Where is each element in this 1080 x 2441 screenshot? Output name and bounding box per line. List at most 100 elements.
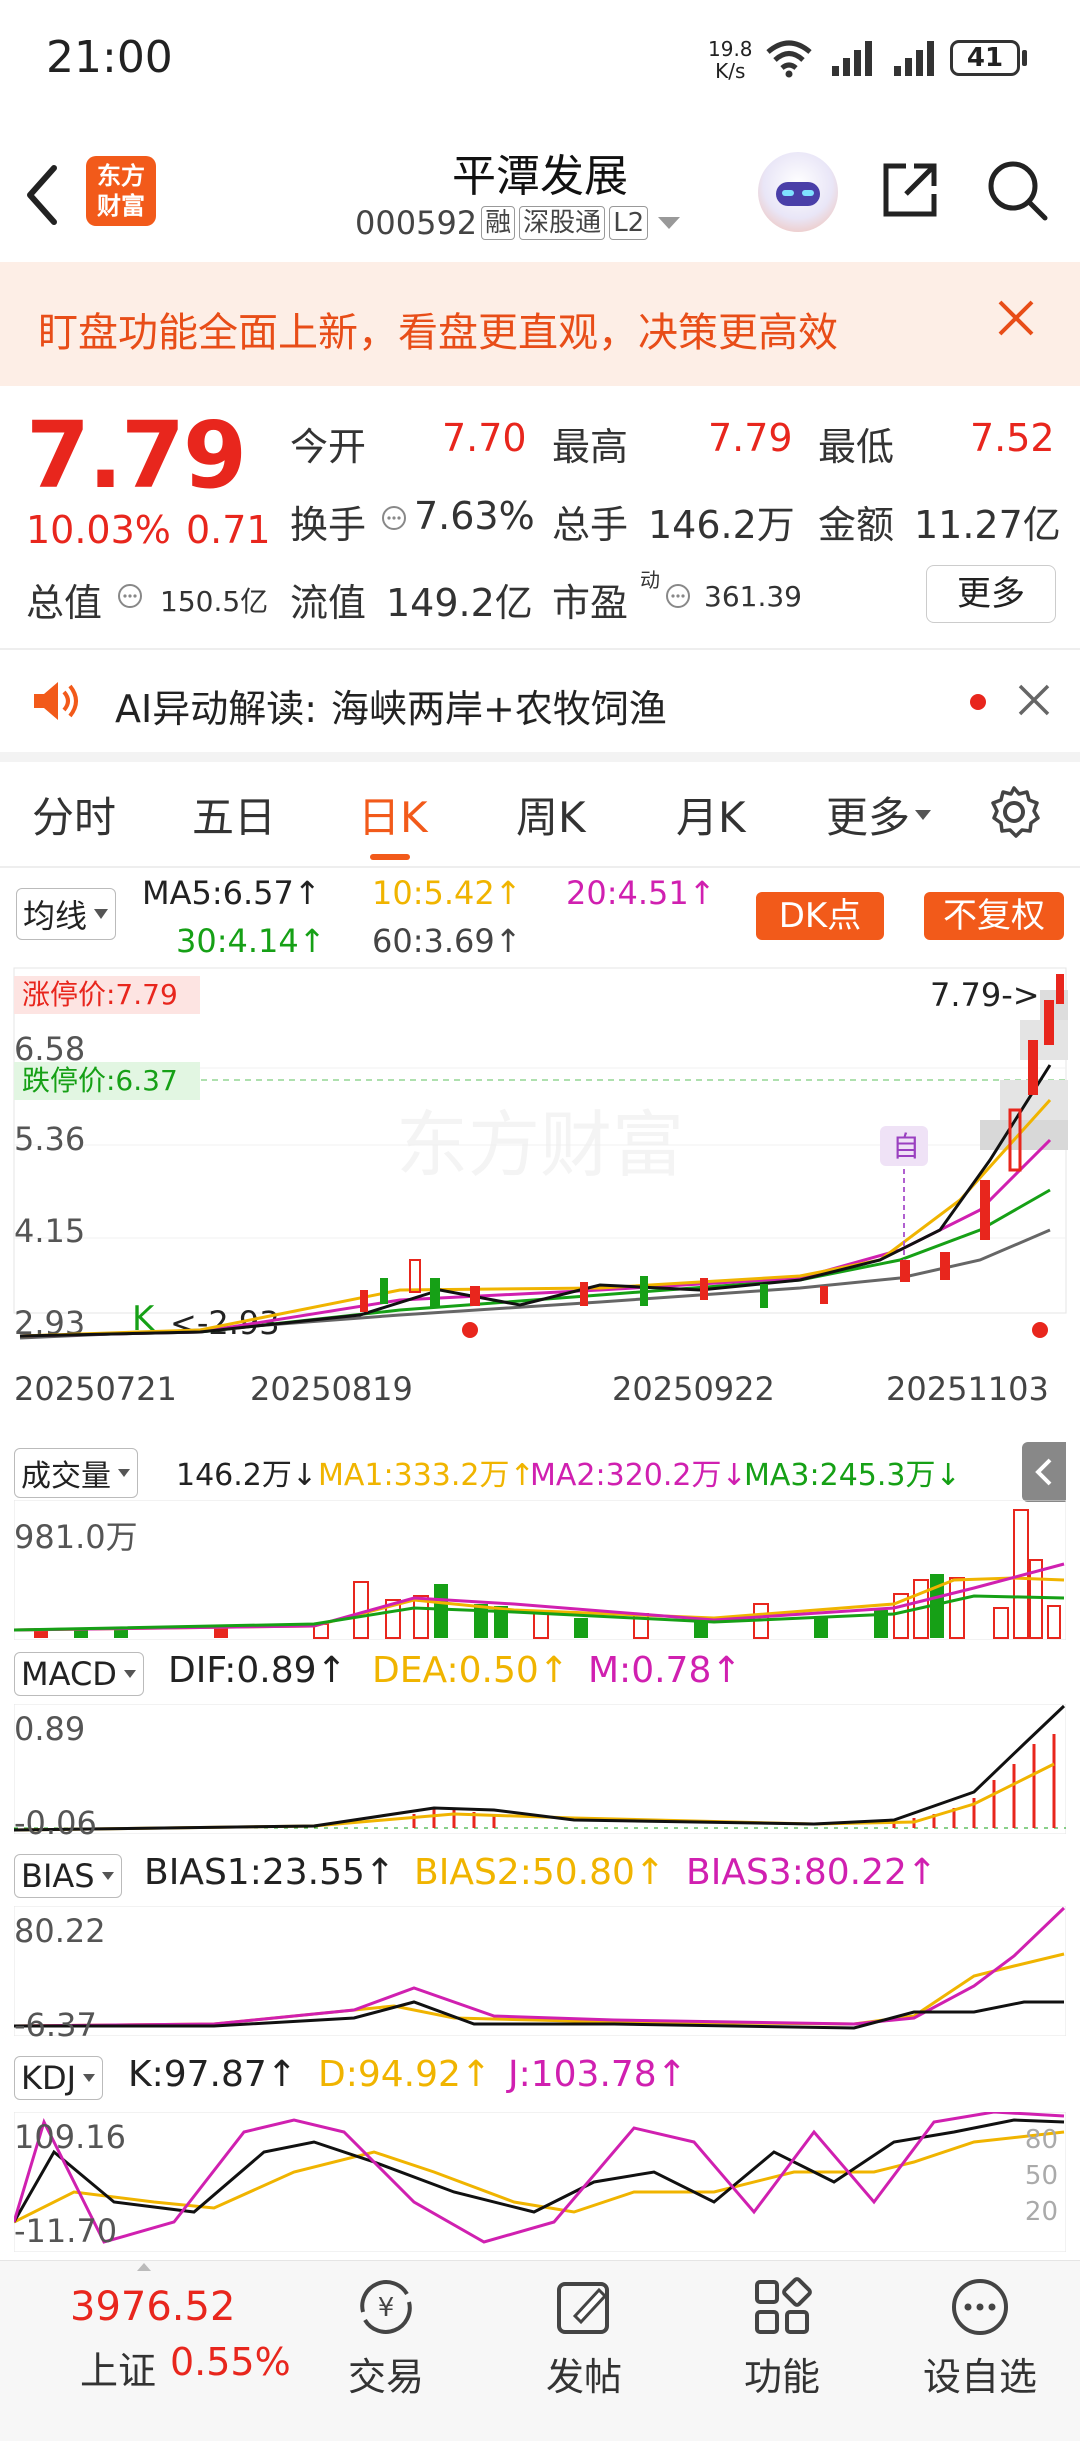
bias-chart[interactable]: [14, 1906, 1066, 2036]
nav-trade[interactable]: ¥ 交易: [296, 2262, 476, 2401]
trade-icon: ¥: [360, 2280, 412, 2334]
macd-m: M:0.78↑: [588, 1650, 742, 1691]
dk-point-button[interactable]: DK点: [756, 892, 884, 940]
low-value: 7.52: [970, 416, 1055, 460]
macd-histogram: [412, 1734, 1056, 1828]
divider: [0, 866, 1080, 868]
kdj-selector[interactable]: KDJ: [14, 2056, 104, 2100]
y-label-3: 4.15: [14, 1212, 85, 1250]
kdj-selector-label: KDJ: [21, 2059, 77, 2097]
nav-functions-label: 功能: [743, 2355, 820, 2399]
tab-five-day[interactable]: 五日: [192, 784, 276, 845]
share-icon[interactable]: [878, 158, 942, 222]
macd-selector[interactable]: MACD: [14, 1652, 144, 1696]
float-cap-label: 流值: [290, 581, 367, 625]
divider: [0, 648, 1080, 650]
tab-monthly-k[interactable]: 月K: [676, 784, 746, 845]
bias-selector[interactable]: BIAS: [14, 1854, 122, 1898]
nav-functions[interactable]: 功能: [692, 2262, 872, 2401]
amount-value: 11.27亿: [914, 503, 1061, 547]
tab-more[interactable]: 更多: [826, 784, 932, 845]
bias-y-top: 80.22: [14, 1912, 106, 1950]
collapse-panel-button[interactable]: [1022, 1442, 1066, 1502]
adjust-mode-button[interactable]: 不复权: [924, 892, 1064, 940]
dropdown-caret-icon: [101, 1872, 114, 1880]
volume-chart[interactable]: [14, 1500, 1066, 1640]
volume-ma2: MA2:320.2万↓: [530, 1458, 747, 1493]
stock-code-row[interactable]: 000592 融 深股通 L2: [355, 204, 682, 242]
tag-margin: 融: [481, 206, 516, 240]
index-value[interactable]: 3976.52: [70, 2284, 235, 2330]
info-icon[interactable]: [116, 582, 144, 610]
volume-ma3-line: [14, 1594, 1065, 1632]
tab-intraday[interactable]: 分时: [32, 784, 116, 845]
section-gap: [0, 752, 1080, 762]
tag-connect: 深股通: [519, 206, 606, 240]
ai-label: AI异动解读:: [115, 687, 318, 731]
index-change[interactable]: 0.55%: [170, 2340, 291, 2384]
kdj-level-80: 80: [1025, 2125, 1058, 2155]
pe-label: 市盈: [552, 581, 629, 625]
last-price: 7.79: [26, 402, 247, 509]
pe-value: 361.39: [704, 580, 802, 613]
edit-post-icon: [557, 2282, 609, 2334]
ma10-value: 10:5.42↑: [372, 874, 522, 912]
ma5-value: MA5:6.57↑: [142, 874, 321, 912]
expand-caret-icon[interactable]: [136, 2262, 152, 2272]
amount-label: 金额: [818, 503, 895, 547]
market-cap-label: 总值: [26, 581, 103, 625]
search-icon[interactable]: [985, 158, 1049, 222]
more-button[interactable]: 更多: [926, 565, 1056, 623]
nav-add-watchlist[interactable]: 设自选: [890, 2262, 1070, 2401]
ma20-value: 20:4.51↑: [566, 874, 716, 912]
nav-post-label: 发帖: [545, 2355, 622, 2399]
volume-selector[interactable]: 成交量: [14, 1448, 138, 1498]
ai-analysis-bar[interactable]: AI异动解读: 海峡两岸+农牧饲渔: [115, 678, 667, 733]
nav-trade-label: 交易: [347, 2355, 424, 2399]
change-amount: 0.71: [186, 508, 271, 552]
index-name[interactable]: 上证: [80, 2340, 156, 2395]
stock-code: 000592: [355, 204, 478, 242]
kdj-j-line: [14, 2112, 1065, 2244]
low-label: 最低: [818, 425, 895, 469]
ma-selector-label: 均线: [23, 897, 88, 935]
event-dot[interactable]: [1032, 1322, 1048, 1338]
settings-gear-icon[interactable]: [986, 784, 1042, 840]
event-dot[interactable]: [462, 1322, 478, 1338]
ma60-value: 60:3.69↑: [372, 922, 522, 960]
clock: 21:00: [46, 32, 173, 83]
bias3-line: [14, 1906, 1066, 2028]
net-speed-value: 19.8: [708, 37, 753, 61]
info-icon[interactable]: [664, 582, 692, 610]
tab-weekly-k[interactable]: 周K: [516, 784, 586, 845]
status-bar: 21:00 19.8 K/s 41: [0, 0, 1080, 120]
open-value: 7.70: [442, 416, 527, 460]
change-percent: 10.03%: [26, 508, 171, 552]
open-label: 今开: [290, 425, 367, 469]
chevron-left-icon: [1035, 1458, 1052, 1486]
high-value: 7.79: [708, 416, 793, 460]
assistant-avatar[interactable]: [758, 152, 838, 232]
app-logo: 东方 财富: [86, 156, 156, 226]
back-arrow-icon[interactable]: [22, 160, 62, 230]
kdj-y-bottom: -11.70: [14, 2212, 118, 2250]
x-label-4: 20251103: [886, 1370, 1049, 1408]
grid-apps-icon: [755, 2277, 812, 2334]
limit-up-label: 涨停价:7.79: [22, 978, 178, 1011]
dropdown-caret-icon: [123, 1670, 136, 1678]
macd-chart[interactable]: [14, 1704, 1066, 1834]
nav-post[interactable]: 发帖: [494, 2262, 674, 2401]
active-tab-indicator: [370, 854, 410, 860]
close-icon[interactable]: [994, 296, 1038, 340]
net-speed-unit: K/s: [715, 59, 746, 83]
close-icon[interactable]: [1016, 682, 1052, 718]
network-speed: 19.8 K/s: [708, 38, 753, 82]
tab-daily-k[interactable]: 日K: [358, 784, 428, 845]
stock-name[interactable]: 平潭发展: [380, 140, 700, 204]
ma-selector[interactable]: 均线: [16, 888, 117, 940]
nav-add-watchlist-label: 设自选: [922, 2355, 1037, 2399]
kdj-chart[interactable]: 80 50 20: [14, 2112, 1066, 2252]
dropdown-caret-icon: [94, 909, 109, 919]
info-icon[interactable]: [380, 504, 408, 532]
volume-value: 146.2万↓: [176, 1458, 318, 1493]
